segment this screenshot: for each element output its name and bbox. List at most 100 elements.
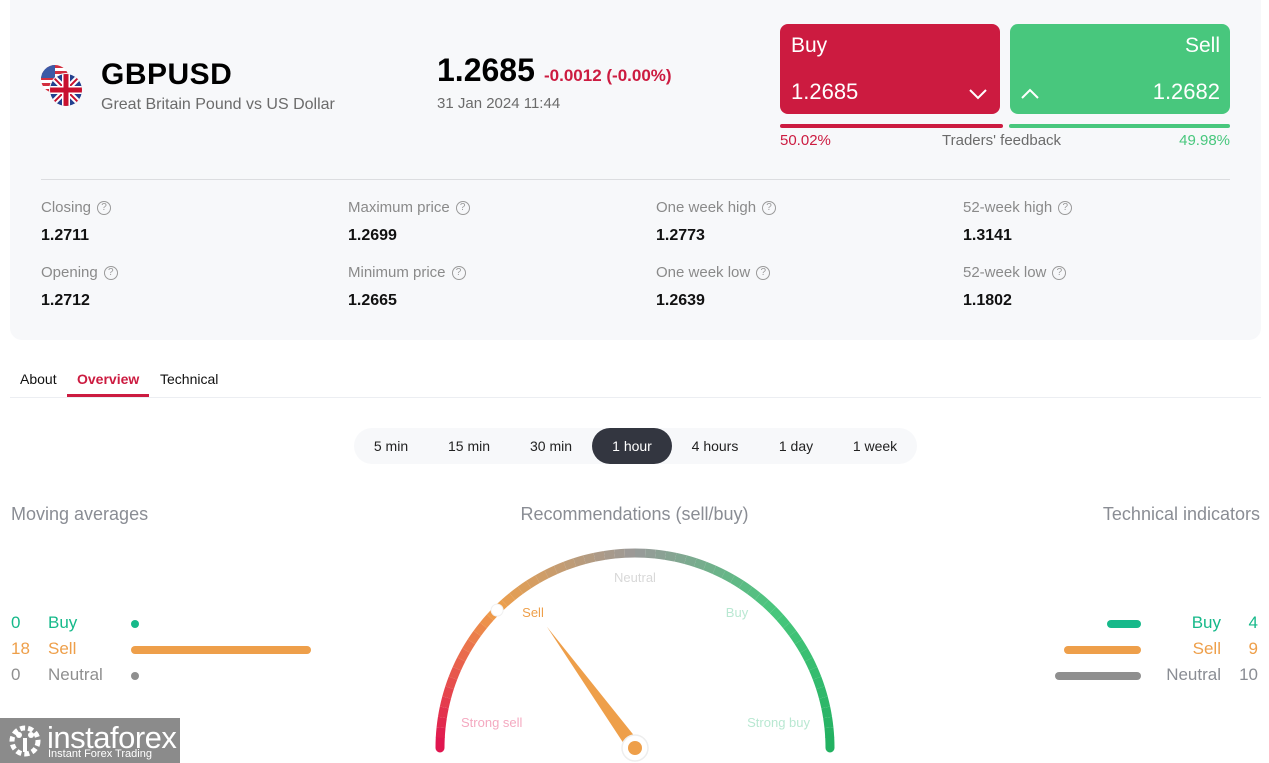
gauge-arc-segment (812, 676, 825, 690)
stat-value: 1.3141 (963, 227, 1012, 244)
ma-count: 0 (11, 665, 21, 684)
feedback-sell-bar (1009, 124, 1230, 128)
chevron-down-icon (969, 89, 987, 100)
stat-value: 1.2699 (348, 227, 397, 244)
gauge-arc-segment (603, 549, 616, 560)
gear-logo-icon (9, 725, 41, 757)
feedback-buy-percent: 50.02% (780, 132, 831, 149)
period-5-min[interactable]: 5 min (358, 428, 424, 464)
ti-label: Neutral (1166, 665, 1221, 684)
period-4-hours[interactable]: 4 hours (674, 428, 756, 464)
help-icon[interactable]: ? (451, 265, 466, 280)
ti-count: 4 (1248, 613, 1258, 632)
stat-value: 1.2711 (41, 227, 90, 244)
gauge-arc-segment (448, 666, 461, 680)
logo-tagline: Instant Forex Trading (48, 748, 152, 760)
ma-bar-sell (131, 646, 311, 654)
stat-value: 1.2639 (656, 292, 705, 309)
period-15-min[interactable]: 15 min (428, 428, 510, 464)
stat-label: One week high (656, 199, 757, 216)
tab-technical[interactable]: Technical (160, 371, 218, 387)
gauge-arc-segment (693, 558, 707, 571)
tab-about[interactable]: About (20, 371, 57, 387)
recommendation-gauge: Strong sell Sell Neutral Buy Strong buy (435, 548, 835, 762)
gauge-arc-segment (712, 565, 726, 579)
gauge-arc-segment (769, 606, 784, 621)
gauge-arc-segment (436, 716, 447, 729)
help-icon[interactable]: ? (756, 265, 771, 280)
gauge-label-neutral: Neutral (614, 570, 656, 585)
gauge-arc-segment (819, 696, 831, 709)
gauge-arc-segment (479, 614, 494, 629)
chevron-up-icon (1021, 88, 1039, 99)
help-icon[interactable]: ? (455, 200, 470, 215)
ti-label: Buy (1191, 613, 1221, 632)
gauge-arc-segment (799, 648, 813, 662)
stat-52-week-low: 52-week low? 1.1802 (963, 264, 1067, 310)
gauge-arc-segment (823, 716, 834, 729)
tab-overview[interactable]: Overview (77, 371, 139, 387)
gauge-arc-segment (684, 555, 697, 567)
help-icon[interactable]: ? (103, 265, 118, 280)
gauge-arc-segment (654, 549, 667, 560)
instrument-symbol: GBPUSD (101, 58, 233, 91)
period-1-day[interactable]: 1 day (757, 428, 835, 464)
period-30-min[interactable]: 30 min (511, 428, 591, 464)
gauge-hub (628, 741, 642, 755)
ma-label: Buy (48, 613, 78, 632)
gauge-arc-segment (544, 565, 558, 579)
stat-label: Opening (41, 264, 98, 281)
gauge-arc-segment (457, 648, 471, 662)
ti-count: 10 (1239, 665, 1258, 684)
stat-label: 52-week low (963, 264, 1047, 281)
ti-count: 9 (1248, 639, 1258, 658)
gauge-arc-segment (754, 592, 769, 607)
gauge-arc-segment (762, 599, 777, 614)
feedback-buy-bar (780, 124, 1003, 128)
price-change: -0.0012 (-0.00%) (544, 66, 672, 85)
gauge-arc-segment (674, 552, 687, 564)
help-icon[interactable]: ? (97, 200, 112, 215)
stat-maximum-price: Maximum price? 1.2699 (348, 199, 470, 245)
sell-price: 1.2682 (1152, 79, 1220, 104)
gauge-arc-segment (821, 706, 833, 719)
gauge-arc-segment (473, 622, 487, 637)
ma-count: 18 (11, 639, 30, 658)
stat-52-week-high: 52-week high? 1.3141 (963, 199, 1073, 245)
stat-value: 1.2712 (41, 292, 90, 309)
gauge-label-strong-sell: Strong sell (461, 715, 523, 730)
instrument-description: Great Britain Pound vs US Dollar (101, 96, 335, 113)
period-1-week[interactable]: 1 week (836, 428, 914, 464)
gauge-arc-segment (573, 555, 586, 567)
gauge-arc-segment (783, 622, 797, 637)
gauge-arc-segment (593, 550, 606, 562)
period-1-hour[interactable]: 1 hour (592, 428, 672, 464)
gauge-arc-segment (509, 586, 524, 600)
gauge-arc-segment (501, 592, 516, 607)
help-icon[interactable]: ? (1052, 265, 1067, 280)
buy-button[interactable]: Buy 1.2685 (780, 24, 1000, 114)
gauge-arc-segment (703, 561, 717, 574)
header-divider (41, 179, 1230, 180)
stat-label: Maximum price (348, 199, 450, 216)
technical-indicators-title: Technical indicators (1102, 504, 1260, 524)
help-icon[interactable]: ? (1058, 200, 1073, 215)
help-icon[interactable]: ? (762, 200, 777, 215)
instaforex-logo: instaforex Instant Forex Trading (0, 718, 180, 763)
stat-label: 52-week high (963, 199, 1053, 216)
stat-one-week-high: One week high? 1.2773 (656, 199, 777, 245)
gb-us-flags-icon (41, 65, 83, 107)
sell-button[interactable]: Sell 1.2682 (1010, 24, 1230, 114)
gauge-arc-segment (442, 686, 454, 699)
active-tab-indicator (67, 394, 149, 397)
gauge-arc-segment (435, 727, 446, 739)
gauge-arc-segment (738, 580, 753, 594)
stat-value: 1.1802 (963, 292, 1012, 309)
gauge-arc-segment (583, 552, 596, 564)
gauge-arc-segment (809, 666, 822, 680)
stat-closing: Closing? 1.2711 (41, 199, 112, 245)
gauge-arc-segment (644, 548, 656, 559)
tab-bar: About Overview Technical (10, 360, 1261, 398)
gauge-arc-segment (553, 561, 567, 574)
gauge-arc-segment (437, 706, 449, 719)
